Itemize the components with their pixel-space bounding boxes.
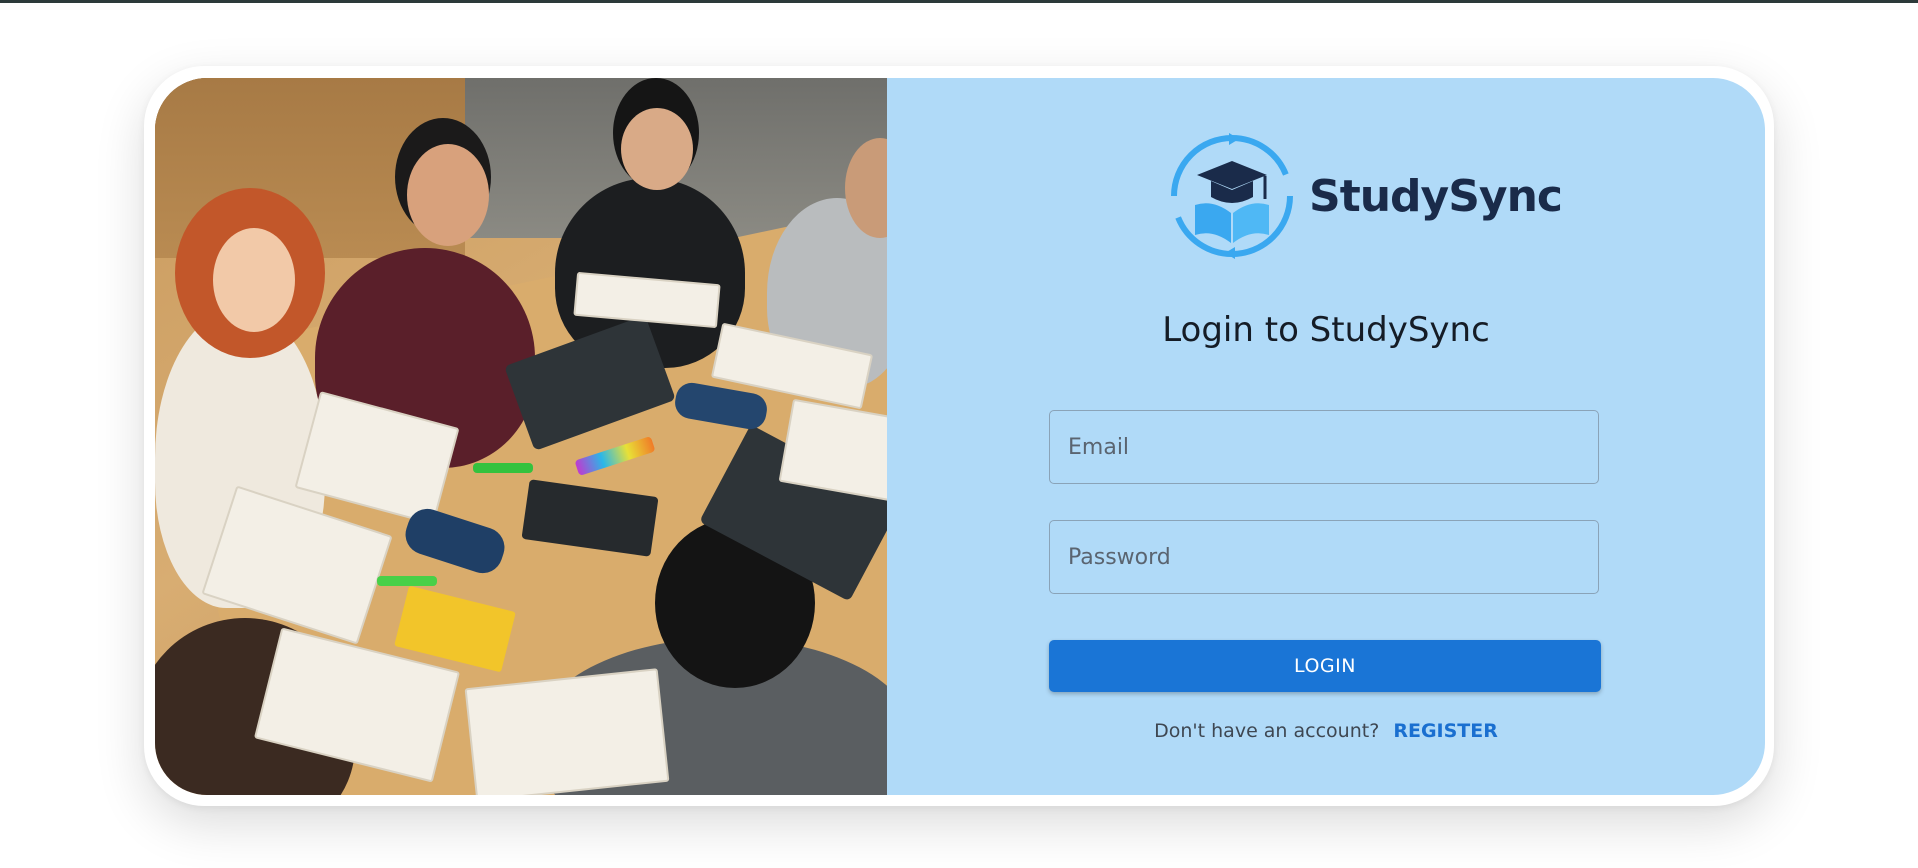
register-prompt-row: Don't have an account? REGISTER (887, 720, 1765, 742)
login-form-panel: StudySync Login to StudySync LOGIN Don't… (887, 78, 1765, 795)
email-field[interactable] (1049, 410, 1599, 484)
top-edge-bar (0, 0, 1918, 3)
login-card: StudySync Login to StudySync LOGIN Don't… (155, 78, 1765, 795)
page-title: Login to StudySync (1162, 310, 1490, 350)
login-button[interactable]: LOGIN (1049, 640, 1601, 692)
graduation-cap-book-sync-icon (1171, 133, 1293, 259)
study-group-photo (155, 78, 887, 795)
brand-name: StudySync (1309, 170, 1563, 222)
password-field[interactable] (1049, 520, 1599, 594)
register-prompt-text: Don't have an account? (1154, 720, 1380, 742)
register-link[interactable]: REGISTER (1393, 720, 1498, 742)
brand-logo: StudySync (1167, 126, 1563, 266)
